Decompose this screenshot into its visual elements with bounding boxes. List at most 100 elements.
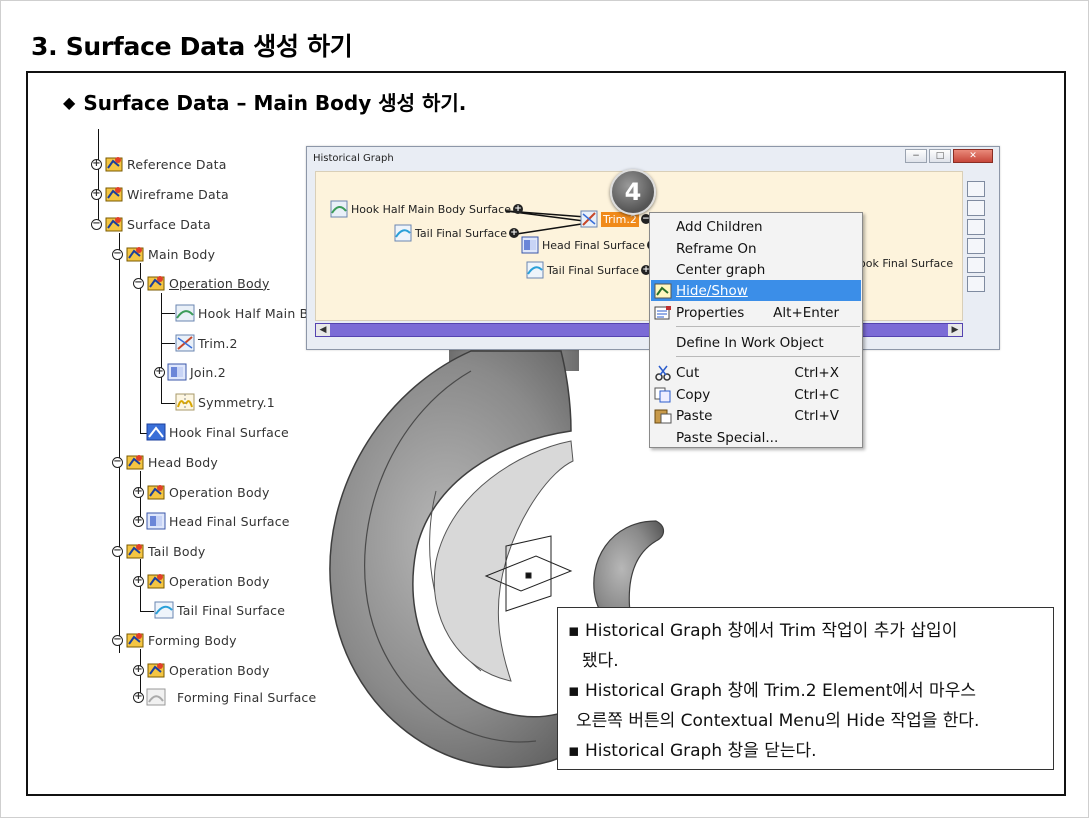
expand-icon[interactable]: + bbox=[133, 515, 144, 527]
specification-tree: + Reference Data + Wireframe Data − Surf… bbox=[81, 129, 321, 719]
tree-item-operation-body[interactable]: + Operation Body bbox=[133, 570, 270, 592]
collapse-icon[interactable]: − bbox=[91, 218, 102, 230]
tree-item-hook-half-main[interactable]: Hook Half Main B bbox=[175, 302, 308, 324]
sweep-icon bbox=[154, 601, 174, 619]
geometrical-set-icon bbox=[126, 544, 144, 559]
graph-node-hook-final[interactable]: ook Final Surface bbox=[859, 257, 953, 270]
geometrical-set-icon bbox=[147, 574, 165, 589]
tree-item-operation-body[interactable]: + Operation Body bbox=[133, 481, 270, 503]
slide: 3. Surface Data 생성 하기 ◆ Surface Data – Ma… bbox=[0, 0, 1089, 818]
tree-item-tail-body[interactable]: − Tail Body bbox=[112, 540, 206, 562]
menu-item-add-children[interactable]: Add Children bbox=[651, 216, 861, 237]
close-button[interactable]: ✕ bbox=[953, 149, 993, 163]
expand-icon[interactable]: + bbox=[509, 228, 520, 238]
tree-item-tail-final-surface[interactable]: Tail Final Surface bbox=[154, 599, 285, 621]
menu-item-hide-show[interactable]: Hide/Show bbox=[651, 280, 861, 301]
tree-item-forming-body[interactable]: − Forming Body bbox=[112, 629, 237, 651]
join-icon bbox=[146, 512, 166, 530]
properties-icon bbox=[654, 305, 671, 319]
menu-item-paste-special[interactable]: Paste Special... bbox=[651, 427, 861, 448]
tree-item-symmetry-1[interactable]: Symmetry.1 bbox=[175, 391, 275, 413]
parameter-mode-icon[interactable] bbox=[967, 257, 985, 273]
surface-icon bbox=[175, 304, 195, 322]
note-line: ▪ Historical Graph 창에서 Trim 작업이 추가 삽입이 bbox=[568, 621, 958, 641]
menu-item-define-in-work-object[interactable]: Define In Work Object bbox=[651, 332, 861, 353]
note-line: ▪ Historical Graph 창에 Trim.2 Element에서 마… bbox=[568, 681, 976, 701]
surface-icon bbox=[146, 423, 166, 441]
menu-item-cut[interactable]: Cut Ctrl+X bbox=[651, 362, 861, 383]
hide-show-icon bbox=[654, 283, 672, 298]
expand-icon[interactable]: + bbox=[133, 575, 144, 587]
note-line: 오른쪽 버튼의 Contextual Menu의 Hide 작업을 한다. bbox=[576, 711, 980, 731]
trim-icon bbox=[175, 334, 195, 352]
tree-item-reference-data[interactable]: + Reference Data bbox=[91, 153, 227, 175]
parents-icon[interactable] bbox=[967, 181, 985, 197]
surface-icon bbox=[146, 688, 166, 706]
tree-item-trim-2[interactable]: Trim.2 bbox=[175, 332, 238, 354]
graph-node-tail-final-2[interactable]: Tail Final Surface + bbox=[526, 261, 652, 279]
expand-icon[interactable]: + bbox=[133, 486, 144, 498]
note-line: 됐다. bbox=[582, 651, 619, 671]
diamond-bullet-icon: ◆ bbox=[63, 93, 76, 112]
slide-title: 3. Surface Data 생성 하기 bbox=[31, 32, 353, 61]
constraint-mode-icon[interactable] bbox=[967, 276, 985, 292]
context-menu: Add Children Reframe On Center graph Hid… bbox=[649, 212, 863, 448]
menu-item-copy[interactable]: Copy Ctrl+C bbox=[651, 384, 861, 405]
sweep-icon bbox=[526, 261, 544, 279]
collapse-icon[interactable]: − bbox=[112, 545, 123, 557]
graph-node-tail-final-1[interactable]: Tail Final Surface + bbox=[394, 224, 520, 242]
join-icon bbox=[167, 363, 187, 381]
tree-item-forming-final-surface[interactable]: + Forming Final Surface bbox=[133, 686, 316, 708]
tree-item-operation-body[interactable]: + Operation Body bbox=[133, 659, 270, 681]
instruction-notes: ▪ Historical Graph 창에서 Trim 작업이 추가 삽입이 됐… bbox=[557, 607, 1054, 770]
surface-mode-icon[interactable] bbox=[967, 238, 985, 254]
note-bullet-icon: ▪ bbox=[568, 681, 580, 701]
horizontal-scrollbar[interactable]: ◀ ▶ bbox=[315, 323, 963, 337]
note-bullet-icon: ▪ bbox=[568, 741, 580, 761]
scroll-right-icon[interactable]: ▶ bbox=[948, 324, 962, 336]
graph-node-hook-half[interactable]: Hook Half Main Body Surface + bbox=[330, 200, 523, 218]
expand-icon[interactable]: + bbox=[91, 158, 102, 170]
tree-item-surface-data[interactable]: − Surface Data bbox=[91, 213, 211, 235]
collapse-icon[interactable]: − bbox=[112, 456, 123, 468]
collapse-icon[interactable]: − bbox=[133, 277, 144, 289]
window-title: Historical Graph bbox=[313, 153, 394, 164]
menu-item-center-graph[interactable]: Center graph bbox=[651, 259, 861, 280]
tree-item-hook-final-surface[interactable]: Hook Final Surface bbox=[133, 421, 289, 443]
expand-icon[interactable]: + bbox=[154, 366, 165, 378]
tree-item-head-final-surface[interactable]: + Head Final Surface bbox=[133, 510, 290, 532]
expand-icon[interactable]: + bbox=[512, 204, 523, 214]
collapse-icon[interactable]: − bbox=[112, 634, 123, 646]
graph-toolbar bbox=[967, 181, 985, 292]
note-bullet-icon: ▪ bbox=[568, 621, 580, 641]
collapse-icon[interactable]: − bbox=[112, 248, 123, 260]
maximize-button[interactable]: □ bbox=[929, 149, 951, 163]
menu-item-properties[interactable]: Properties Alt+Enter bbox=[651, 302, 861, 323]
scroll-left-icon[interactable]: ◀ bbox=[316, 324, 330, 336]
symmetry-icon bbox=[175, 393, 195, 411]
expand-icon[interactable]: + bbox=[133, 664, 144, 676]
subtitle-text: Surface Data – Main Body 생성 하기. bbox=[83, 91, 467, 115]
paste-icon bbox=[654, 409, 672, 423]
tree-item-main-body[interactable]: − Main Body bbox=[112, 243, 215, 265]
join-icon bbox=[521, 236, 539, 254]
sweep-icon bbox=[394, 224, 412, 242]
expand-icon[interactable]: + bbox=[133, 691, 144, 703]
menu-item-reframe-on[interactable]: Reframe On bbox=[651, 238, 861, 259]
tree-item-head-body[interactable]: − Head Body bbox=[112, 451, 218, 473]
surface-icon bbox=[330, 200, 348, 218]
geometrical-set-icon bbox=[126, 247, 144, 262]
note-line: ▪ Historical Graph 창을 닫는다. bbox=[568, 741, 817, 761]
expand-icon[interactable]: + bbox=[91, 188, 102, 200]
center-graph-icon[interactable] bbox=[967, 219, 985, 235]
children-icon[interactable] bbox=[967, 200, 985, 216]
tree-item-wireframe-data[interactable]: + Wireframe Data bbox=[91, 183, 229, 205]
menu-item-paste[interactable]: Paste Ctrl+V bbox=[651, 405, 861, 426]
geometrical-set-icon bbox=[147, 276, 165, 291]
geometrical-set-icon bbox=[105, 187, 123, 202]
minimize-button[interactable]: − bbox=[905, 149, 927, 163]
geometrical-set-icon bbox=[105, 157, 123, 172]
tree-item-join-2[interactable]: + Join.2 bbox=[154, 361, 226, 383]
tree-item-operation-body[interactable]: − Operation Body bbox=[133, 272, 270, 294]
graph-node-head-final[interactable]: Head Final Surface+ bbox=[521, 236, 658, 254]
